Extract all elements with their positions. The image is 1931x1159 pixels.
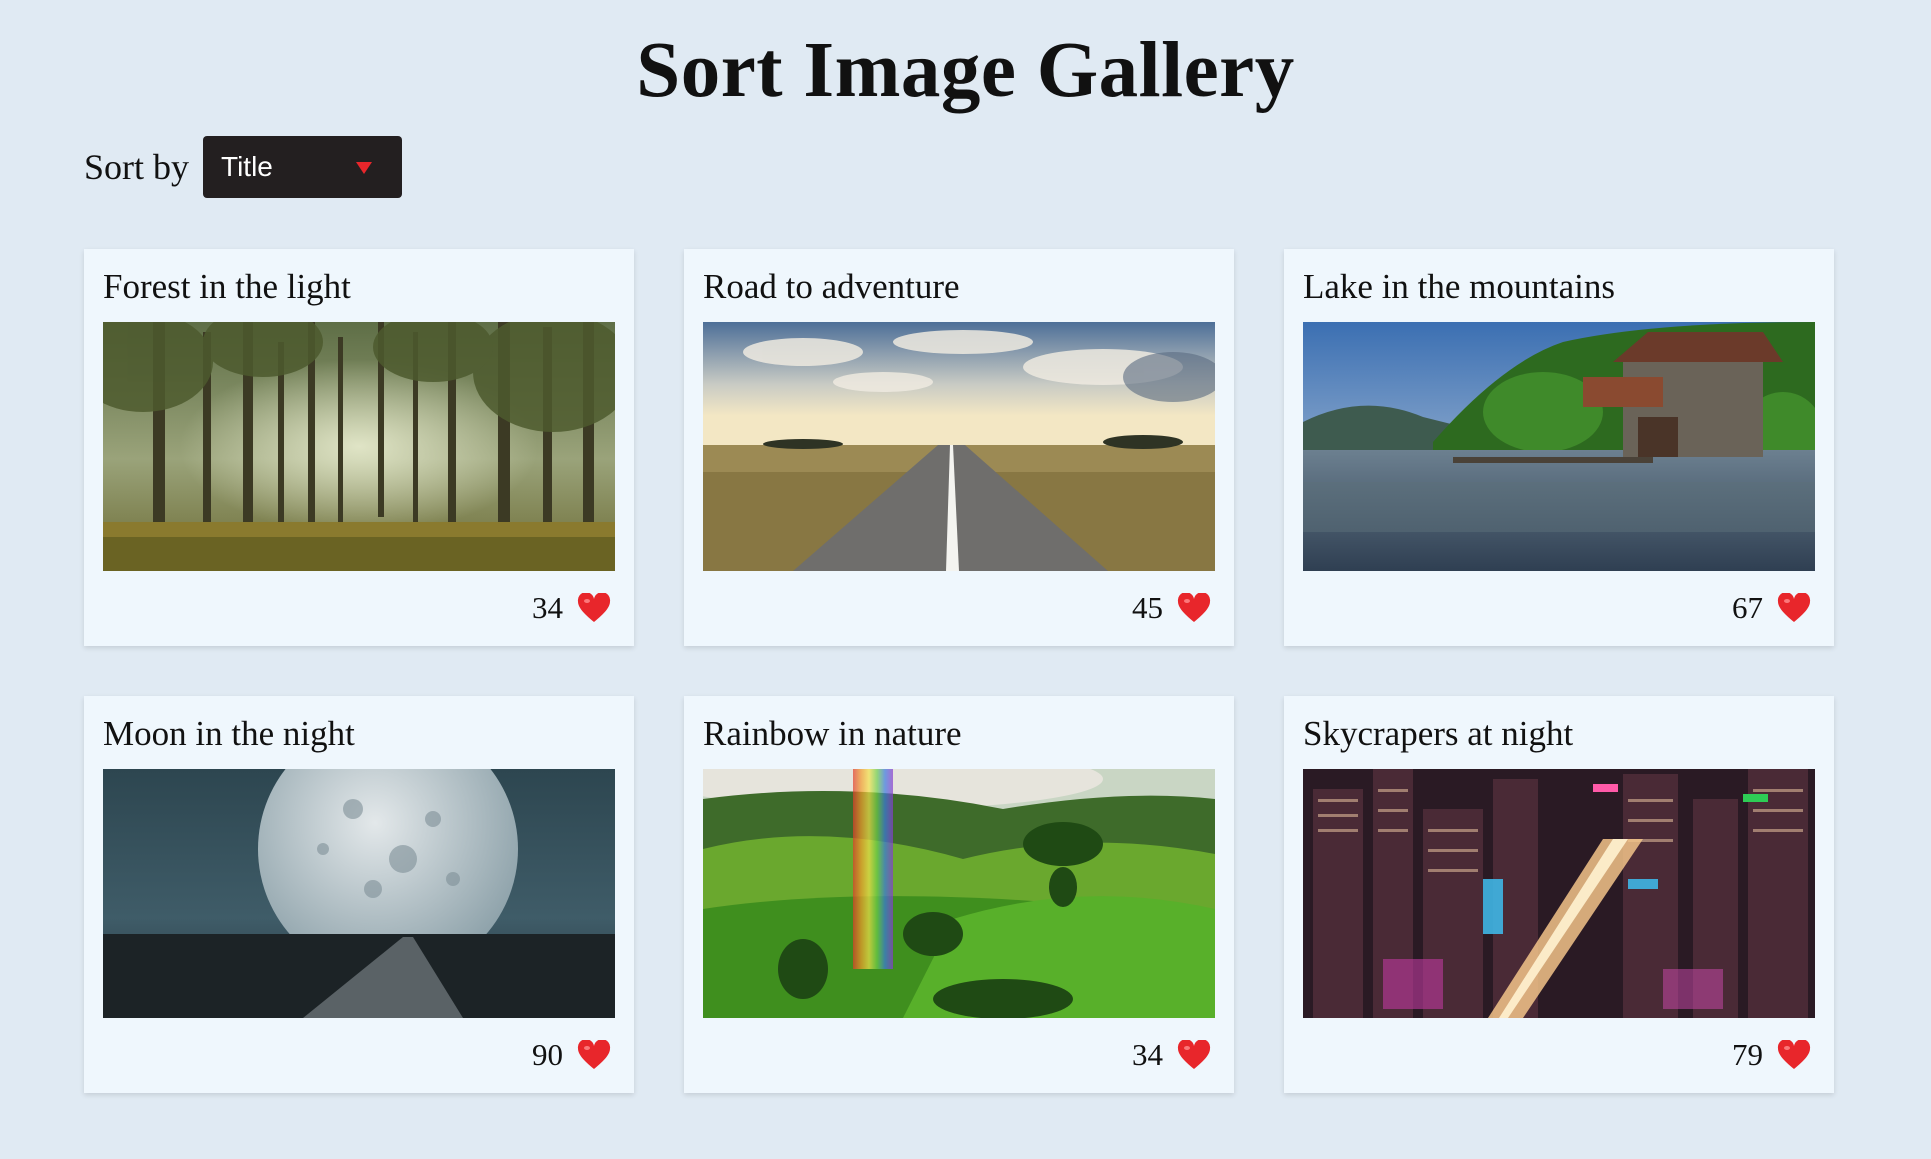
card-image-lake[interactable] <box>1303 322 1815 571</box>
card-title: Moon in the night <box>103 714 355 753</box>
card-image-city[interactable] <box>1303 769 1815 1018</box>
like-count: 45 <box>1132 590 1163 625</box>
gallery-card[interactable]: Road to adventure 45 <box>684 249 1234 646</box>
heart-icon[interactable] <box>1777 1040 1811 1070</box>
card-title: Rainbow in nature <box>703 714 962 753</box>
gallery-card[interactable]: Rainbow in nature 34 <box>684 696 1234 1093</box>
likes: 34 <box>532 590 611 626</box>
gallery-card[interactable]: Skycrapers at night 79 <box>1284 696 1834 1093</box>
heart-icon[interactable] <box>1177 1040 1211 1070</box>
gallery-card[interactable]: Forest in the light 34 <box>84 249 634 646</box>
gallery-grid: Forest in the light 34 Road to adventure… <box>84 249 1834 1093</box>
heart-icon[interactable] <box>1777 593 1811 623</box>
sort-select[interactable]: Title <box>203 136 403 198</box>
card-title: Forest in the light <box>103 267 351 306</box>
gallery-card[interactable]: Lake in the mountains 67 <box>1284 249 1834 646</box>
card-title: Road to adventure <box>703 267 960 306</box>
sort-selected-value: Title <box>221 151 273 182</box>
like-count: 79 <box>1732 1037 1763 1072</box>
likes: 34 <box>1132 1037 1211 1073</box>
card-image-rainbow[interactable] <box>703 769 1215 1018</box>
heart-icon[interactable] <box>577 1040 611 1070</box>
card-title: Lake in the mountains <box>1303 267 1616 306</box>
card-title: Skycrapers at night <box>1303 714 1574 753</box>
gallery-card[interactable]: Moon in the night 90 <box>84 696 634 1093</box>
sort-label: Sort by <box>84 147 190 187</box>
card-image-forest[interactable] <box>103 322 615 571</box>
likes: 90 <box>532 1037 611 1073</box>
caret-down-icon <box>356 162 373 174</box>
likes: 79 <box>1732 1037 1811 1073</box>
like-count: 34 <box>532 590 563 625</box>
card-image-road[interactable] <box>703 322 1215 571</box>
likes: 67 <box>1732 590 1811 626</box>
like-count: 67 <box>1732 590 1763 625</box>
like-count: 90 <box>532 1037 563 1072</box>
likes: 45 <box>1132 590 1211 626</box>
like-count: 34 <box>1132 1037 1163 1072</box>
page-title: Sort Image Gallery <box>636 27 1295 114</box>
card-image-moon[interactable] <box>103 769 615 1018</box>
sort-controls: Sort by Title <box>84 136 403 198</box>
heart-icon[interactable] <box>577 593 611 623</box>
heart-icon[interactable] <box>1177 593 1211 623</box>
